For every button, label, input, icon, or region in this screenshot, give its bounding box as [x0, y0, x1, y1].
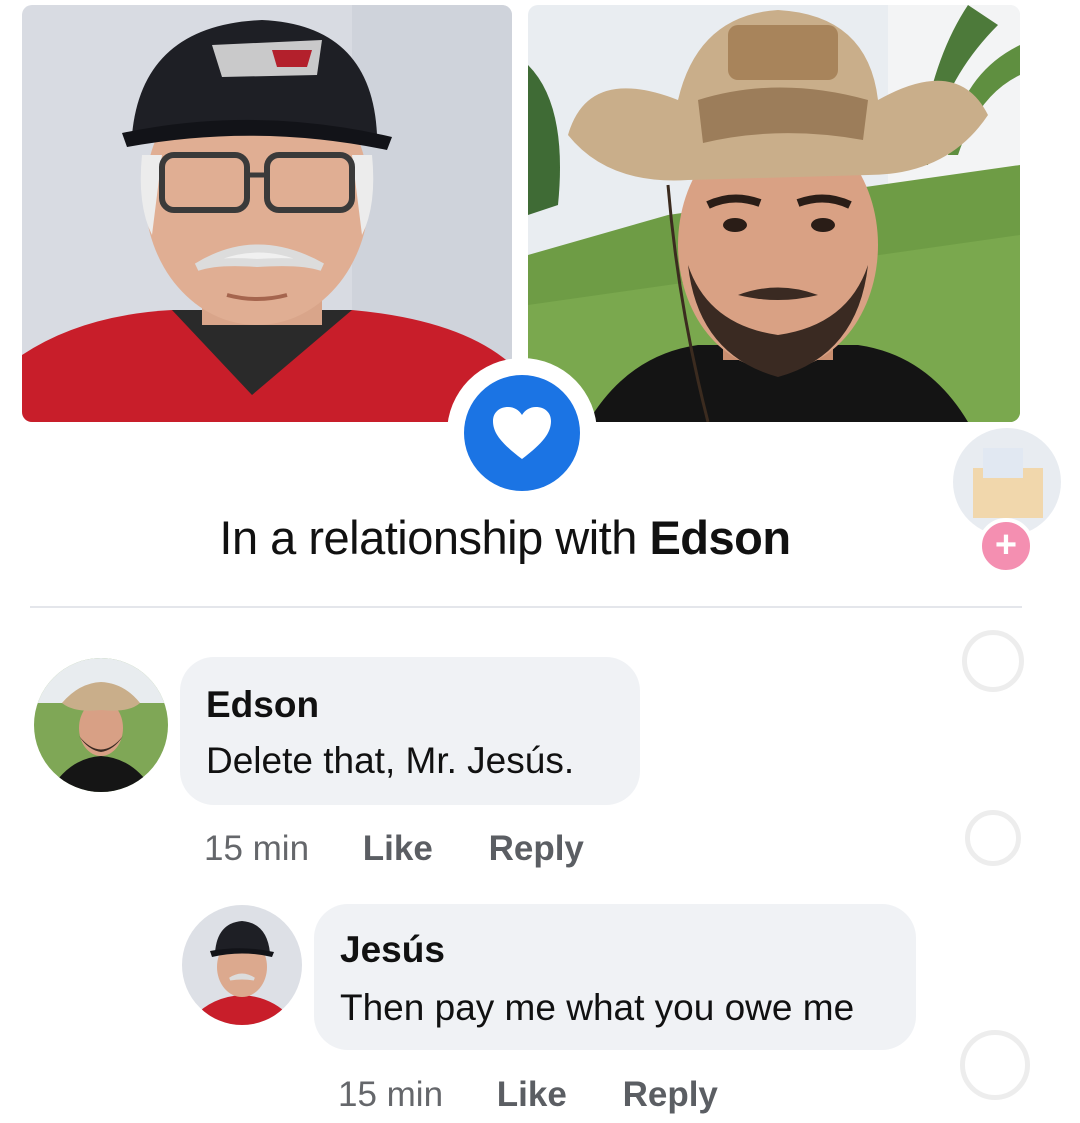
relationship-badge: [447, 358, 597, 508]
avatar-jesus-image: [182, 905, 302, 1025]
side-ghost-ring: [962, 630, 1024, 692]
relationship-badge-circle: [464, 375, 580, 491]
comment-text: Then pay me what you owe me: [340, 987, 855, 1028]
relationship-prefix: In a relationship with: [219, 511, 650, 564]
side-share-icon: [960, 1030, 1030, 1100]
photo-edson-image: [528, 5, 1020, 422]
avatar-edson-image: [34, 658, 168, 792]
comment-bubble-jesus[interactable]: Jesús Then pay me what you owe me: [314, 904, 916, 1050]
like-button[interactable]: Like: [497, 1074, 567, 1116]
comment-meta-edson: 15 min Like Reply: [204, 828, 584, 870]
comment-text: Delete that, Mr. Jesús.: [206, 740, 575, 781]
like-button[interactable]: Like: [363, 828, 433, 870]
comment-time: 15 min: [204, 829, 310, 868]
side-comment-icon: [965, 810, 1021, 866]
avatar-edson[interactable]: [34, 658, 168, 792]
comment-author[interactable]: Edson: [206, 683, 319, 727]
relationship-status: In a relationship with Edson: [0, 508, 1010, 568]
relationship-partner-link[interactable]: Edson: [649, 511, 791, 564]
photo-jesus-image: [22, 5, 512, 422]
plus-icon[interactable]: +: [978, 518, 1034, 574]
profile-photo-jesus[interactable]: [22, 5, 512, 422]
comment-meta-jesus: 15 min Like Reply: [338, 1074, 718, 1116]
reply-button[interactable]: Reply: [489, 828, 584, 870]
comment-bubble-edson[interactable]: Edson Delete that, Mr. Jesús.: [180, 657, 640, 805]
avatar-jesus[interactable]: [182, 905, 302, 1025]
comment-author[interactable]: Jesús: [340, 928, 445, 972]
heart-icon: [493, 407, 551, 459]
reply-button[interactable]: Reply: [623, 1074, 718, 1116]
comment-time: 15 min: [338, 1075, 444, 1114]
divider: [30, 606, 1022, 608]
profile-photo-edson[interactable]: [528, 5, 1020, 422]
